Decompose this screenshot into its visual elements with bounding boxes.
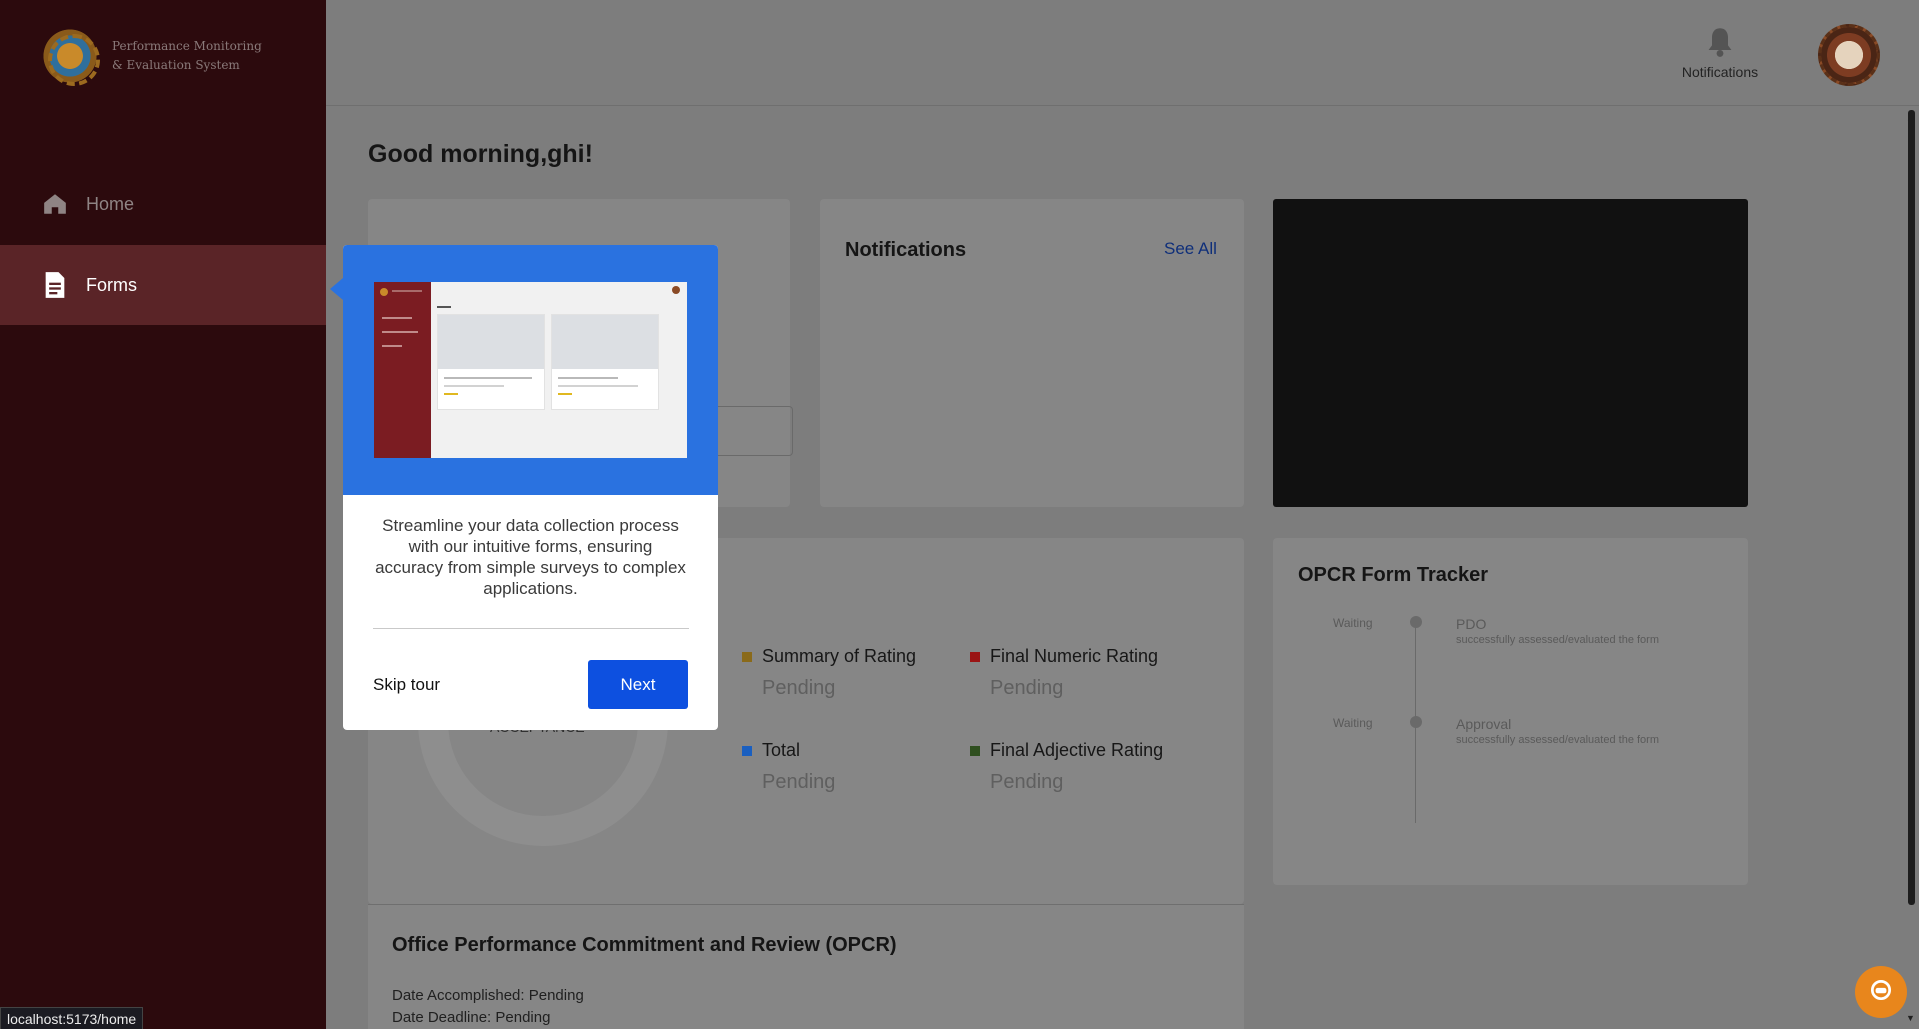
tour-popover: Streamline your data collection process …: [343, 245, 718, 730]
legend-value: Pending: [762, 771, 836, 793]
opcr-tracker-card: OPCR Form Tracker Waiting PDO successful…: [1273, 538, 1748, 885]
legend-label: Total: [762, 740, 801, 760]
tour-preview-image: [374, 282, 687, 458]
tracker-step-desc: successfully assessed/evaluated the form: [1456, 634, 1659, 646]
tracker-title: OPCR Form Tracker: [1298, 564, 1489, 586]
next-button[interactable]: Next: [588, 660, 688, 709]
tour-hero: [343, 245, 718, 495]
skip-tour-button[interactable]: Skip tour: [373, 675, 440, 695]
notifications-card-title: Notifications: [845, 239, 967, 261]
scrollbar-thumb[interactable]: [1908, 110, 1915, 905]
legend-marker: [970, 652, 980, 663]
status-bar-url: localhost:5173/home: [0, 1007, 144, 1029]
app-logo: [40, 26, 100, 86]
notifications-button[interactable]: Notifications: [1678, 26, 1762, 80]
tracker-step-status: Waiting: [1333, 616, 1373, 630]
sidebar-item-label: Home: [86, 193, 135, 214]
tracker-step-status: Waiting: [1333, 716, 1373, 730]
opcr-title: Office Performance Commitment and Review…: [392, 934, 897, 956]
tracker-step-dot: [1410, 716, 1422, 728]
legend-summary-of-rating: Summary of Rating: [742, 646, 916, 667]
app-logo-area[interactable]: Performance Monitoring & Evaluation Syst…: [40, 26, 272, 86]
tracker-step-title: Approval: [1456, 716, 1512, 732]
see-all-link[interactable]: See All: [1164, 239, 1217, 259]
tracker-step-desc: successfully assessed/evaluated the form: [1456, 734, 1659, 746]
legend-value: Pending: [990, 771, 1064, 793]
date-deadline: Date Deadline: Pending: [392, 1009, 551, 1026]
notifications-card: Notifications See All: [820, 199, 1244, 507]
tour-description: Streamline your data collection process …: [375, 516, 686, 598]
sidebar: Performance Monitoring & Evaluation Syst…: [0, 0, 326, 1029]
tour-pointer: [330, 278, 343, 300]
chat-icon: [1868, 977, 1894, 1008]
preview-card: [437, 314, 545, 410]
tracker-step-dot: [1410, 616, 1422, 628]
legend-total: Total: [742, 740, 800, 761]
scroll-down-arrow[interactable]: ▼: [1906, 1013, 1915, 1023]
legend-final-adjective-rating: Final Adjective Rating: [970, 740, 1163, 761]
app-title: Performance Monitoring & Evaluation Syst…: [112, 39, 262, 72]
document-icon: [42, 272, 68, 298]
legend-marker: [970, 746, 980, 757]
legend-final-numeric-rating: Final Numeric Rating: [970, 646, 1158, 667]
legend-value: Pending: [990, 677, 1064, 699]
legend-label: Summary of Rating: [762, 646, 917, 666]
notifications-label: Notifications: [1681, 64, 1759, 80]
legend-marker: [742, 652, 752, 663]
page-greeting: Good morning,ghi!: [368, 140, 593, 168]
media-panel[interactable]: [1273, 199, 1748, 507]
home-icon: [42, 191, 68, 217]
preview-card: [551, 314, 659, 410]
legend-value: Pending: [762, 677, 836, 699]
legend-label: Final Adjective Rating: [990, 740, 1164, 760]
legend-label: Final Numeric Rating: [990, 646, 1159, 666]
bell-icon: [1706, 26, 1734, 58]
tracker-step-title: PDO: [1456, 616, 1487, 632]
user-avatar[interactable]: [1818, 24, 1880, 86]
legend-marker: [742, 746, 752, 757]
sidebar-item-home[interactable]: Home: [0, 164, 326, 244]
sidebar-item-label: Forms: [86, 274, 137, 295]
tour-divider: [373, 628, 689, 629]
sidebar-item-forms[interactable]: Forms: [0, 245, 326, 325]
date-accomplished: Date Accomplished: Pending: [392, 987, 584, 1004]
chat-button[interactable]: [1855, 966, 1907, 1018]
preview-sidebar: [374, 282, 431, 458]
